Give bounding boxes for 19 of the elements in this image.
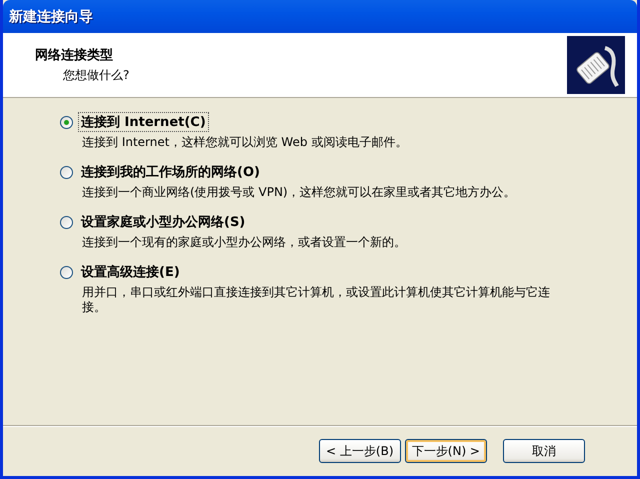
option-label[interactable]: 连接到我的工作场所的网络(O)	[78, 162, 263, 182]
radio-button[interactable]	[60, 266, 73, 278]
radio-button[interactable]	[60, 166, 73, 178]
option-description: 用并口，串口或红外端口直接连接到其它计算机，或设置此计算机使其它计算机能与它连接。	[82, 285, 551, 315]
option-description: 连接到一个现有的家庭或小型办公网络，或者设置一个新的。	[82, 235, 407, 250]
radio-button[interactable]	[60, 116, 73, 128]
option-label[interactable]: 连接到 Internet(C)	[78, 112, 209, 132]
page-subtitle: 您想做什么?	[63, 67, 130, 84]
radio-button[interactable]	[60, 216, 73, 228]
option-description: 连接到一个商业网络(使用拨号或 VPN)，这样您就可以在家里或者其它地方办公。	[82, 185, 517, 200]
wizard-button[interactable]: 下一步(N) >	[404, 439, 487, 463]
wizard-button[interactable]: < 上一步(B)	[318, 439, 401, 463]
window-title: 新建连接向导	[9, 8, 93, 26]
network-cable-icon	[567, 36, 625, 94]
option-label[interactable]: 设置高级连接(E)	[78, 262, 183, 282]
wizard-button[interactable]: 取消	[503, 439, 585, 463]
page-title: 网络连接类型	[35, 46, 114, 64]
option-label[interactable]: 设置家庭或小型办公网络(S)	[78, 212, 248, 232]
option-description: 连接到 Internet，这样您就可以浏览 Web 或阅读电子邮件。	[82, 135, 408, 150]
